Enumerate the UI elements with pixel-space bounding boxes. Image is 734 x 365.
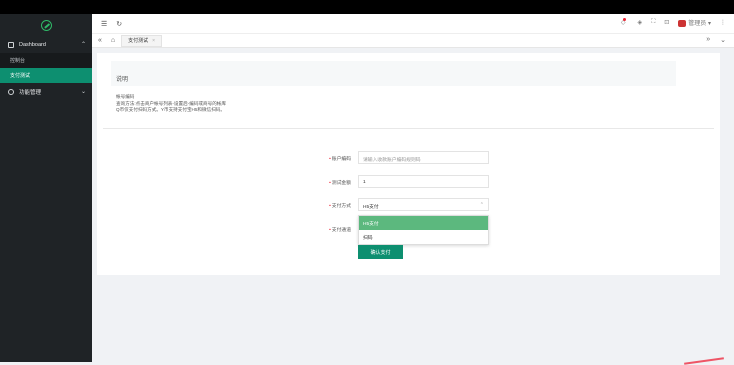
- sidebar-item-console[interactable]: 控制台: [0, 53, 92, 68]
- menu-toggle-icon[interactable]: ☰: [101, 20, 107, 28]
- sidebar-item-pay-test[interactable]: 支付测试: [0, 68, 92, 83]
- required-mark: •: [329, 228, 331, 233]
- method-dropdown: H5支付 扫码: [358, 215, 489, 245]
- sidebar-group-label: 功能管理: [19, 89, 42, 96]
- amount-label-text: 测试金额: [331, 181, 351, 186]
- form-row-account: •账户编码 请输入收款账户编码规则码: [97, 151, 720, 165]
- header-tools: ◇ ◈ ⛶ ⊡ 管理员 ▾ ⋮: [621, 18, 726, 27]
- method-select-value: H5支付: [363, 205, 379, 210]
- more-icon[interactable]: ⋮: [720, 19, 726, 26]
- required-mark: •: [329, 181, 331, 186]
- required-mark: •: [329, 204, 331, 209]
- method-label-text: 支付方式: [331, 204, 351, 209]
- refresh-icon[interactable]: ↻: [116, 20, 122, 28]
- user-name: 管理员: [688, 21, 707, 27]
- method-label: •支付方式: [329, 202, 351, 209]
- dropdown-option-h5[interactable]: H5支付: [359, 216, 488, 230]
- channel-label: •支付通道: [329, 226, 351, 233]
- user-menu[interactable]: 管理员 ▾: [678, 18, 711, 27]
- header: ☰ ↻ ◇ ◈ ⛶ ⊡ 管理员 ▾ ⋮: [92, 14, 734, 34]
- dropdown-option-scan[interactable]: 扫码: [359, 230, 488, 244]
- form-row-method: •支付方式 H5支付 ⌃: [97, 198, 720, 212]
- chevron-down-icon: ⌄: [80, 89, 86, 95]
- tag-icon[interactable]: ◈: [637, 19, 642, 26]
- form-row-amount: •测试金额 1: [97, 175, 720, 189]
- amount-input[interactable]: 1: [358, 175, 489, 188]
- channel-label-text: 支付通道: [331, 228, 351, 233]
- notice-title: 说明: [116, 77, 129, 83]
- required-mark: •: [329, 157, 331, 162]
- sidebar-group-label: Dashboard: [19, 41, 46, 48]
- description: 帐号编码 查询方法:点击商户帐号列表-设置后-编码或商号的帐库 Q币仅支付扫码方…: [116, 94, 226, 114]
- tabs-next-icon[interactable]: »: [706, 36, 710, 44]
- sidebar-group-function[interactable]: 功能管理 ⌄: [0, 83, 92, 100]
- main-content: 说明 帐号编码 查询方法:点击商户帐号列表-设置后-编码或商号的帐库 Q币仅支付…: [97, 53, 720, 275]
- chevron-up-icon: ⌃: [479, 202, 484, 208]
- tabs-prev-icon[interactable]: «: [98, 37, 102, 44]
- chevron-up-icon: ⌃: [80, 42, 86, 48]
- browser-top-bar: [0, 0, 734, 14]
- divider: [103, 128, 714, 129]
- gear-icon: [8, 88, 14, 95]
- tabs-tools: » ⌄: [706, 36, 726, 44]
- submenu: 控制台 支付测试: [0, 53, 92, 83]
- account-label: •账户编码: [329, 155, 351, 162]
- method-select[interactable]: H5支付 ⌃: [358, 198, 489, 211]
- account-label-text: 账户编码: [331, 157, 351, 162]
- logo-icon: [40, 19, 52, 31]
- tab-label: 支付测试: [128, 38, 149, 44]
- tab-pay-test[interactable]: 支付测试 ×: [121, 34, 163, 47]
- fullscreen-icon[interactable]: ⛶: [651, 19, 655, 26]
- close-icon[interactable]: ×: [152, 38, 155, 44]
- chevron-down-icon[interactable]: ⌄: [720, 36, 726, 44]
- avatar: [678, 19, 687, 27]
- notice-box: 说明: [111, 61, 676, 86]
- corner-mark: [684, 357, 724, 365]
- amount-label: •测试金额: [329, 179, 351, 186]
- lock-icon[interactable]: ⊡: [664, 19, 669, 26]
- tabs-bar: « ⌂ 支付测试 × » ⌄: [92, 34, 734, 48]
- submit-button[interactable]: 确认支付: [358, 245, 403, 259]
- description-line: Q币仅支付扫码方式。Y币支持支付宝H5和微信扫码。: [116, 107, 225, 112]
- sidebar-group-dashboard[interactable]: Dashboard ⌃: [0, 36, 92, 53]
- notification-dot: [623, 18, 627, 21]
- home-tab-icon[interactable]: ⌂: [111, 37, 115, 44]
- home-icon: [8, 41, 14, 48]
- sidebar: Dashboard ⌃ 控制台 支付测试 功能管理 ⌄: [0, 14, 92, 362]
- notification-icon[interactable]: ◇: [621, 18, 629, 26]
- account-input[interactable]: 请输入收款账户编码规则码: [358, 151, 489, 164]
- logo: [0, 14, 92, 36]
